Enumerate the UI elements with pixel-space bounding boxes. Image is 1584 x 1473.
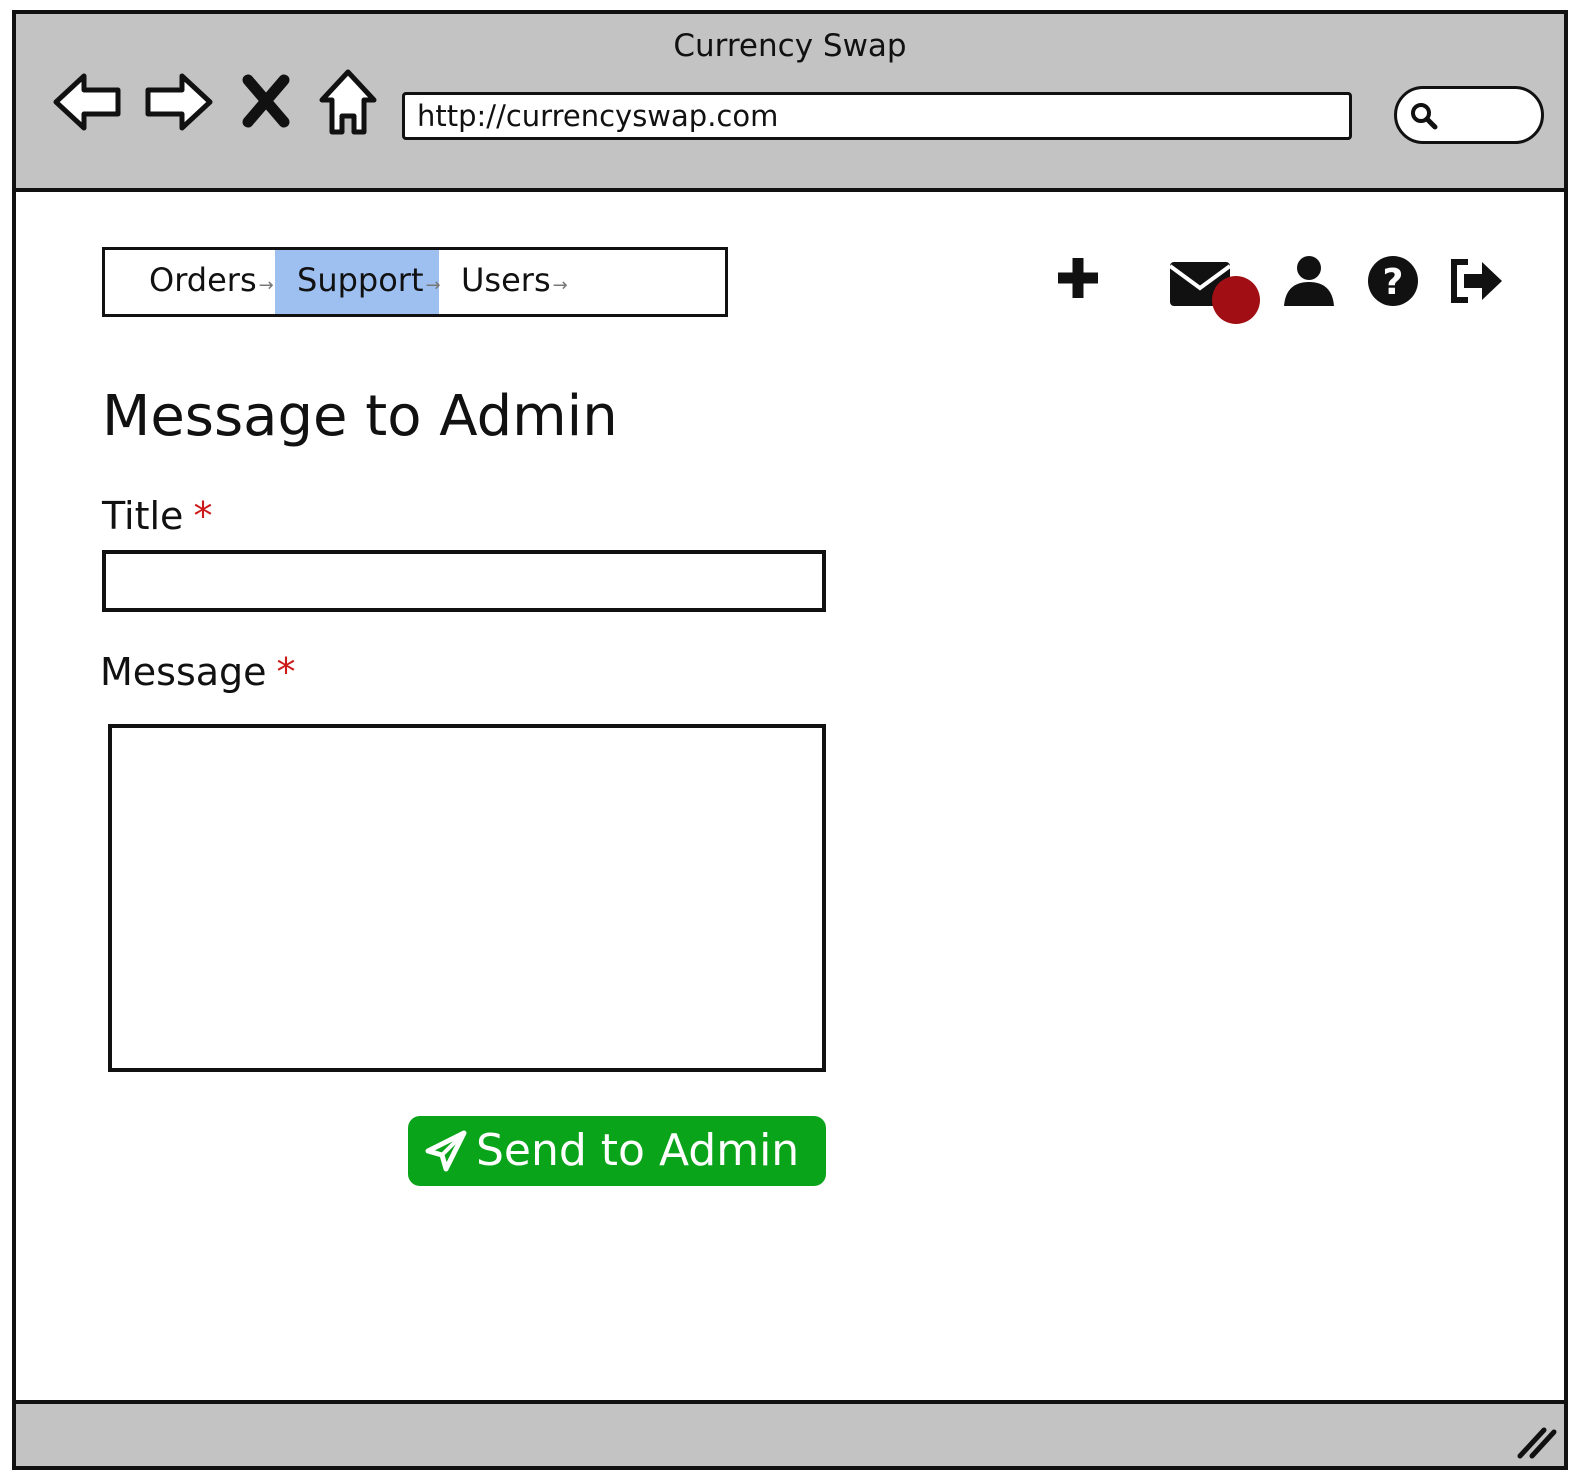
status-bar (16, 1400, 1564, 1466)
title-field-label: Title * (102, 494, 212, 538)
browser-toolbar: Currency Swap http://currencyswap.com (16, 14, 1564, 192)
tab-support[interactable]: Support → (275, 250, 441, 314)
logout-icon[interactable] (1446, 256, 1506, 310)
link-arrow-icon: → (552, 275, 568, 296)
paper-plane-icon (425, 1130, 467, 1172)
search-icon (1411, 103, 1438, 130)
tab-orders[interactable]: Orders → (113, 250, 275, 314)
address-bar[interactable]: http://currencyswap.com (402, 92, 1352, 140)
message-label-text: Message (100, 650, 267, 694)
tab-label: Support (297, 261, 424, 299)
browser-search-box[interactable] (1394, 86, 1544, 144)
link-arrow-icon: → (258, 275, 274, 296)
stop-icon[interactable] (238, 66, 294, 138)
home-icon[interactable] (312, 66, 386, 138)
required-marker: * (193, 494, 213, 538)
required-marker: * (276, 650, 296, 694)
message-field-label: Message * (100, 650, 296, 694)
title-label-text: Title (102, 494, 184, 538)
message-textarea[interactable] (108, 724, 826, 1072)
user-icon[interactable] (1282, 254, 1336, 312)
tab-users[interactable]: Users → (439, 250, 599, 314)
svg-text:?: ? (1383, 262, 1404, 303)
help-icon[interactable]: ? (1366, 254, 1422, 314)
back-arrow-icon[interactable] (50, 66, 124, 138)
tab-label: Orders (149, 261, 257, 299)
send-to-admin-button[interactable]: Send to Admin (408, 1116, 826, 1186)
title-input[interactable] (102, 550, 826, 612)
tab-label: Users (461, 261, 551, 299)
main-tabs: Orders → Support → Users → (102, 247, 728, 317)
browser-window: Currency Swap http://currencyswap.com Or… (12, 10, 1568, 1470)
plus-icon[interactable] (1054, 254, 1114, 314)
forward-arrow-icon[interactable] (142, 66, 216, 138)
resize-grip-icon[interactable] (1514, 1424, 1558, 1460)
notification-badge (1212, 276, 1260, 324)
send-button-label: Send to Admin (476, 1125, 800, 1176)
page-title: Message to Admin (102, 384, 618, 449)
window-title: Currency Swap (673, 28, 907, 64)
